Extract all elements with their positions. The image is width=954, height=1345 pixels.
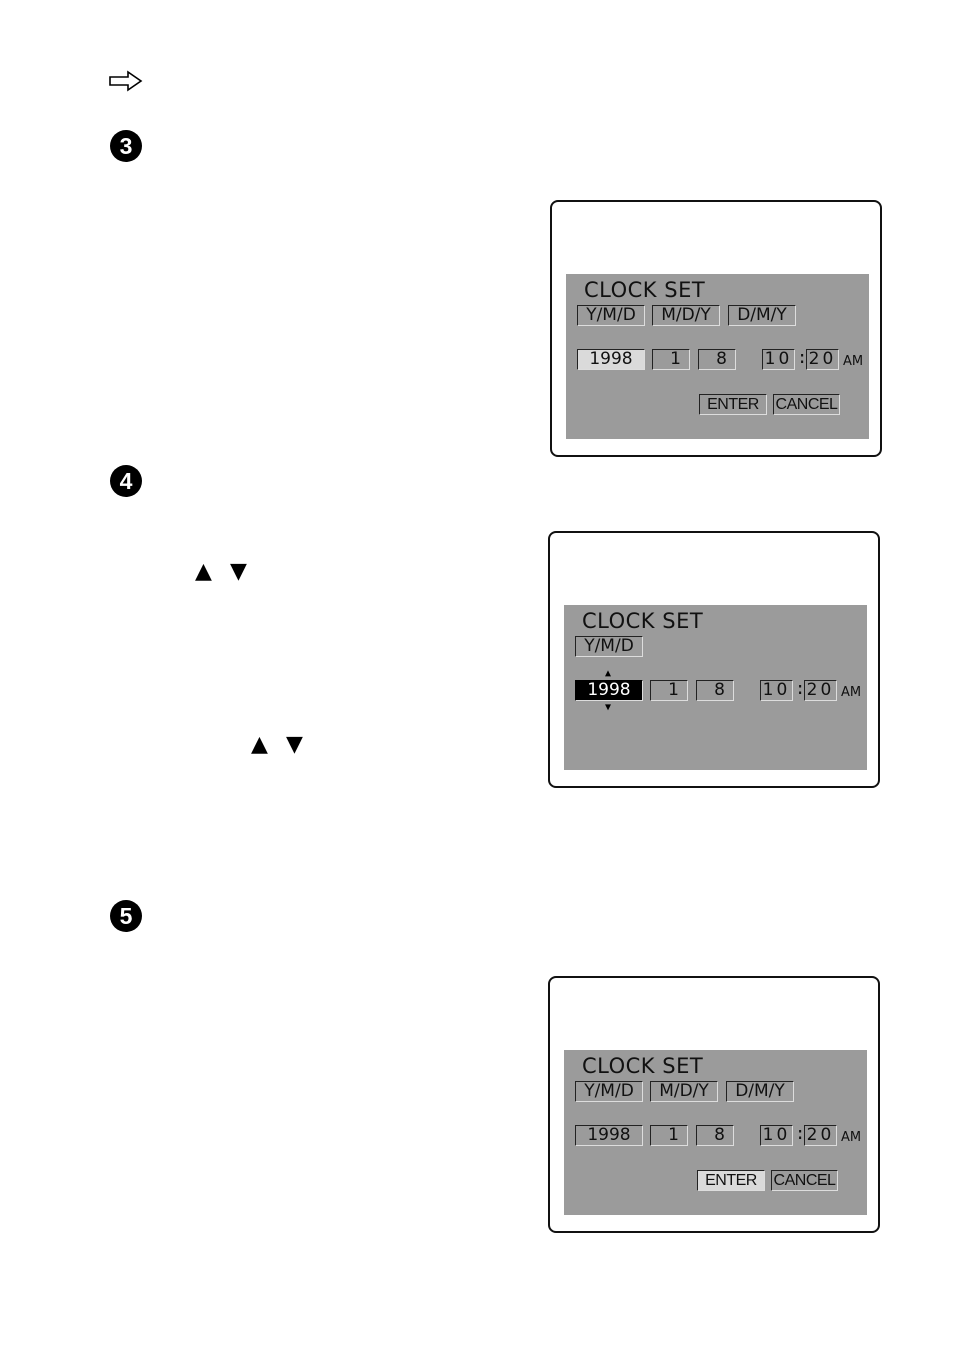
clock-set-panel: CLOCK SET Y/M/D ▲ 1998 ▼ 1 8 10 : 20 AM: [564, 605, 867, 770]
step-number-4: 4: [110, 465, 142, 497]
month-field[interactable]: 1: [650, 1125, 688, 1146]
clock-set-panel: CLOCK SET Y/M/D M/D/Y D/M/Y 1998 1 8 10 …: [564, 1050, 867, 1215]
hour-field[interactable]: 10: [762, 349, 795, 370]
year-field[interactable]: 1998: [577, 349, 645, 370]
step-number-3: 3: [110, 130, 142, 162]
hour-field[interactable]: 10: [760, 1125, 793, 1146]
year-field-selected[interactable]: 1998: [575, 680, 643, 701]
step-number-5: 5: [110, 900, 142, 932]
enter-button[interactable]: ENTER: [699, 394, 767, 415]
format-ymd-button[interactable]: Y/M/D: [577, 305, 645, 326]
format-mdy-button[interactable]: M/D/Y: [652, 305, 720, 326]
format-ymd-button[interactable]: Y/M/D: [575, 1081, 643, 1102]
clock-set-panel: CLOCK SET Y/M/D M/D/Y D/M/Y 1998 1 8 10 …: [566, 274, 869, 439]
hour-field[interactable]: 10: [760, 680, 793, 701]
format-mdy-button[interactable]: M/D/Y: [650, 1081, 718, 1102]
clock-set-screen-step3: CLOCK SET Y/M/D M/D/Y D/M/Y 1998 1 8 10 …: [550, 200, 882, 457]
up-arrow-icon: ▲: [251, 732, 268, 757]
spin-up-icon[interactable]: ▲: [605, 669, 611, 679]
day-field[interactable]: 8: [696, 680, 734, 701]
clock-set-screen-step4: CLOCK SET Y/M/D ▲ 1998 ▼ 1 8 10 : 20 AM: [548, 531, 880, 788]
minute-field[interactable]: 20: [806, 349, 839, 370]
ampm-label: AM: [841, 1130, 862, 1145]
day-field[interactable]: 8: [696, 1125, 734, 1146]
cancel-button[interactable]: CANCEL: [773, 394, 840, 415]
panel-title: CLOCK SET: [582, 609, 704, 633]
year-field[interactable]: 1998: [575, 1125, 643, 1146]
format-dmy-button[interactable]: D/M/Y: [726, 1081, 794, 1102]
format-dmy-button[interactable]: D/M/Y: [728, 305, 796, 326]
month-field[interactable]: 1: [652, 349, 690, 370]
ampm-label: AM: [841, 685, 862, 700]
up-arrow-icon: ▲: [195, 559, 212, 584]
enter-button[interactable]: ENTER: [697, 1170, 765, 1191]
arrow-right-icon: [108, 70, 144, 92]
down-arrow-icon: ▼: [230, 559, 247, 584]
panel-title: CLOCK SET: [584, 278, 706, 302]
cancel-button[interactable]: CANCEL: [771, 1170, 838, 1191]
panel-title: CLOCK SET: [582, 1054, 704, 1078]
minute-field[interactable]: 20: [804, 1125, 837, 1146]
spin-down-icon[interactable]: ▼: [605, 703, 611, 713]
day-field[interactable]: 8: [698, 349, 736, 370]
format-ymd-button[interactable]: Y/M/D: [575, 636, 643, 657]
down-arrow-icon: ▼: [286, 732, 303, 757]
clock-set-screen-step5: CLOCK SET Y/M/D M/D/Y D/M/Y 1998 1 8 10 …: [548, 976, 880, 1233]
ampm-label: AM: [843, 354, 864, 369]
month-field[interactable]: 1: [650, 680, 688, 701]
minute-field[interactable]: 20: [804, 680, 837, 701]
